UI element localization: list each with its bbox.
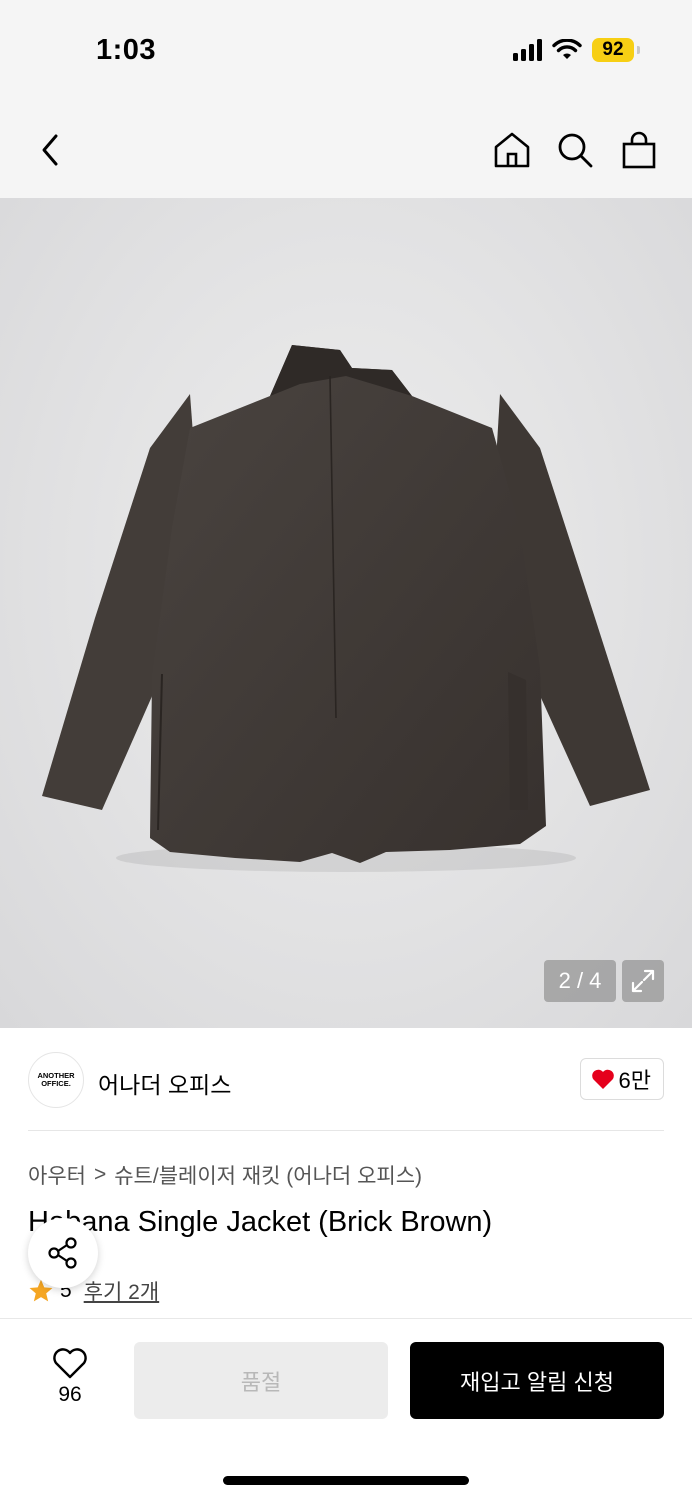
signal-icon (513, 39, 542, 61)
nav-bar (0, 100, 692, 198)
heart-filled-icon (591, 1069, 614, 1089)
battery-indicator: 92 (592, 38, 640, 62)
search-icon (558, 133, 593, 168)
soldout-button[interactable]: 품절 (134, 1342, 388, 1419)
bottom-action-bar: 96 품절 재입고 알림 신청 (0, 1318, 692, 1500)
breadcrumb-separator: > (93, 1163, 107, 1186)
restock-alert-button[interactable]: 재입고 알림 신청 (410, 1342, 664, 1419)
status-icons: 92 (513, 38, 640, 62)
breadcrumb: 아우터 > 슈트/블레이저 재킷 (어나더 오피스) (28, 1160, 422, 1190)
product-title: Habana Single Jacket (Brick Brown) (28, 1206, 493, 1238)
shopping-bag-icon (622, 131, 656, 169)
cart-button[interactable] (617, 128, 661, 172)
brand-logo-line2: OFFICE. (41, 1079, 71, 1088)
expand-button[interactable] (622, 960, 664, 1002)
divider (28, 1130, 664, 1131)
brand-row[interactable]: ANOTHER OFFICE. 어나더 오피스 6만 (0, 1028, 692, 1131)
status-bar: 1:03 92 (0, 0, 692, 100)
expand-icon (631, 969, 655, 993)
breadcrumb-category[interactable]: 아우터 (28, 1160, 86, 1190)
wifi-icon (552, 39, 582, 59)
search-button[interactable] (553, 128, 597, 172)
jacket-image (42, 345, 650, 872)
brand-name[interactable]: 어나더 오피스 (98, 1066, 231, 1100)
share-button[interactable] (28, 1218, 98, 1288)
brand-like-count: 6만 (618, 1068, 651, 1093)
home-icon (494, 132, 530, 168)
wishlist-button[interactable]: 96 (40, 1347, 100, 1407)
image-counter: 2 / 4 (544, 960, 616, 1002)
home-button[interactable] (490, 128, 534, 172)
breadcrumb-subcategory[interactable]: 슈트/블레이저 재킷 (어나더 오피스) (114, 1160, 422, 1190)
brand-like-button[interactable]: 6만 (579, 1058, 664, 1100)
home-indicator (223, 1476, 469, 1485)
heart-outline-icon (53, 1348, 87, 1379)
wishlist-count: 96 (58, 1383, 82, 1406)
back-button[interactable] (28, 128, 72, 172)
product-image-gallery[interactable]: 2 / 4 (0, 198, 692, 1028)
share-icon (48, 1237, 77, 1269)
chevron-left-icon (42, 134, 58, 166)
brand-logo[interactable]: ANOTHER OFFICE. (28, 1052, 84, 1108)
review-link[interactable]: 후기 2개 (84, 1276, 159, 1306)
status-time: 1:03 (96, 34, 157, 66)
